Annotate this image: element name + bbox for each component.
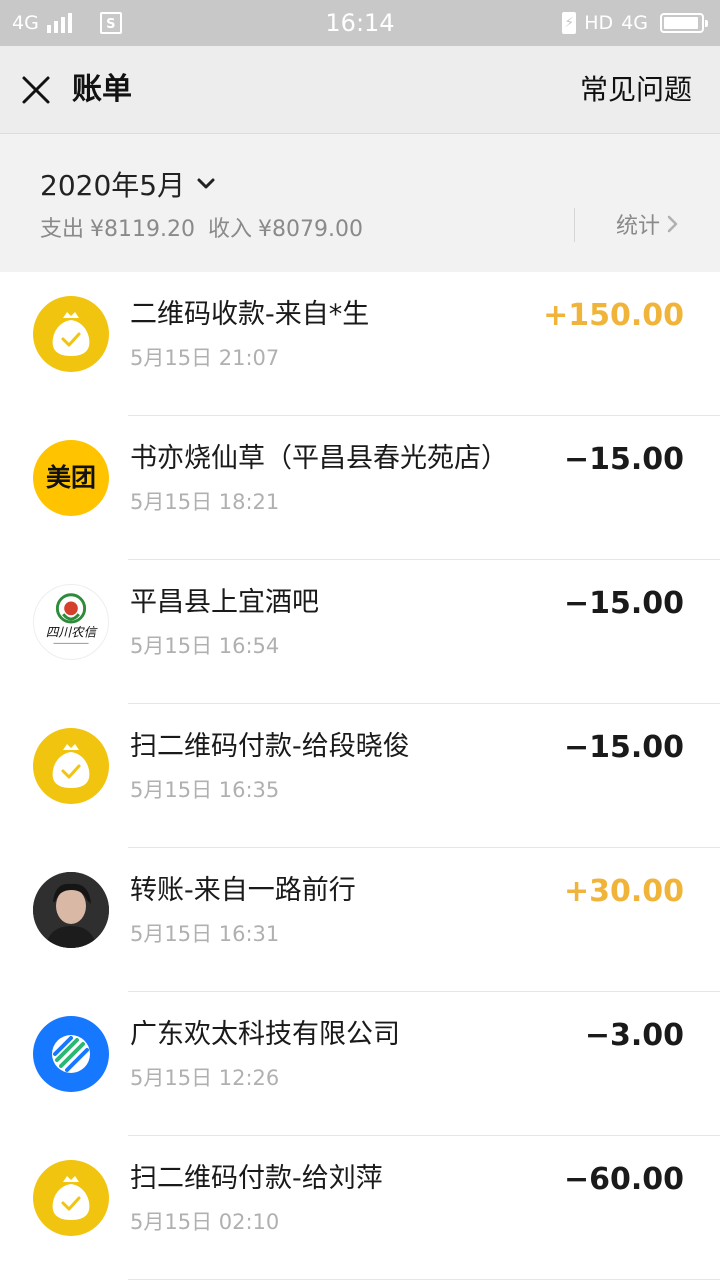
transaction-name: 书亦烧仙草（平昌县春光苑店） <box>130 443 508 474</box>
transaction-time: 5月15日 12:26 <box>130 1066 280 1090</box>
transaction-time: 5月15日 18:21 <box>130 490 280 514</box>
page-title: 账单 <box>72 72 132 107</box>
battery-icon <box>660 13 708 33</box>
transaction-time: 5月15日 21:07 <box>130 346 280 370</box>
expense-label: 支出 <box>40 217 85 242</box>
transaction-time: 5月15日 02:10 <box>130 1210 280 1234</box>
transaction-name: 转账-来自一路前行 <box>130 875 356 906</box>
transaction-time: 5月15日 16:31 <box>130 922 280 946</box>
transaction-time: 5月15日 16:35 <box>130 778 280 802</box>
close-icon[interactable] <box>18 72 54 108</box>
charging-icon: ⚡ <box>562 12 577 34</box>
money-bag-icon <box>33 296 109 372</box>
transaction-amount: −15.00 <box>563 442 684 477</box>
transaction-name: 扫二维码付款-给段晓俊 <box>130 731 410 762</box>
transaction-row[interactable]: 扫二维码付款-给段晓俊 5月15日 16:35 −15.00 <box>0 704 720 848</box>
transaction-amount: −60.00 <box>563 1162 684 1197</box>
totals-line: 支出 ¥8119.20 收入 ¥8079.00 <box>40 214 369 246</box>
transaction-row[interactable]: 广东欢太科技有限公司 5月15日 12:26 −3.00 <box>0 992 720 1136</box>
transaction-amount: +150.00 <box>543 298 684 333</box>
divider <box>574 208 575 242</box>
user-avatar-photo <box>33 872 109 948</box>
title-bar: 账单 常见问题 <box>0 46 720 134</box>
transaction-name: 二维码收款-来自*生 <box>130 299 370 330</box>
income-label: 收入 <box>208 217 253 242</box>
transaction-row[interactable]: 转账-来自一路前行 5月15日 16:31 +30.00 <box>0 848 720 992</box>
bill-summary: 2020年5月 支出 ¥8119.20 收入 ¥8079.00 统计 <box>0 134 720 272</box>
transaction-time: 5月15日 16:54 <box>130 634 280 658</box>
transaction-amount: +30.00 <box>563 874 684 909</box>
battery-level <box>664 17 698 29</box>
money-bag-icon <box>33 728 109 804</box>
transaction-row[interactable]: 二维码收款-来自*生 5月15日 21:07 +150.00 <box>0 272 720 416</box>
transaction-name: 扫二维码付款-给刘萍 <box>130 1163 383 1194</box>
transaction-amount: −15.00 <box>563 586 684 621</box>
stats-button[interactable]: 统计 <box>616 206 680 242</box>
transaction-row[interactable]: 美团 书亦烧仙草（平昌县春光苑店） 5月15日 18:21 −15.00 <box>0 416 720 560</box>
expense-total: ¥8119.20 <box>90 217 195 242</box>
chevron-right-icon <box>667 215 678 233</box>
money-bag-icon <box>33 1160 109 1236</box>
status-right: ⚡ HD 4G <box>562 0 708 46</box>
faq-button[interactable]: 常见问题 <box>580 46 692 134</box>
transaction-row[interactable]: 四川农信 平昌县上宜酒吧 5月15日 16:54 −15.00 <box>0 560 720 704</box>
month-picker[interactable]: 2020年5月 <box>40 164 217 204</box>
transaction-list: 二维码收款-来自*生 5月15日 21:07 +150.00 美团 书亦烧仙草（平昌县春… <box>0 272 720 1280</box>
month-label: 2020年5月 <box>40 169 186 202</box>
status-bar: 4G S 16:14 ⚡ HD 4G <box>0 0 720 46</box>
hd-label: HD <box>584 12 614 34</box>
meituan-logo-text: 美团 <box>45 463 96 492</box>
network-type-right: 4G <box>621 12 648 34</box>
transaction-amount: −15.00 <box>563 730 684 765</box>
company-globe-logo <box>33 1016 109 1092</box>
transaction-name: 平昌县上宜酒吧 <box>130 587 319 618</box>
stats-label: 统计 <box>616 214 661 239</box>
income-total: ¥8079.00 <box>258 217 363 242</box>
sichuan-rural-credit-logo: 四川农信 <box>33 584 109 660</box>
transaction-row[interactable]: 扫二维码付款-给刘萍 5月15日 02:10 −60.00 <box>0 1136 720 1280</box>
bank-logo-text: 四川农信 <box>46 625 99 640</box>
transaction-amount: −3.00 <box>584 1018 684 1053</box>
meituan-logo: 美团 <box>33 440 109 516</box>
chevron-down-icon <box>197 178 215 189</box>
transaction-name: 广东欢太科技有限公司 <box>130 1019 400 1050</box>
